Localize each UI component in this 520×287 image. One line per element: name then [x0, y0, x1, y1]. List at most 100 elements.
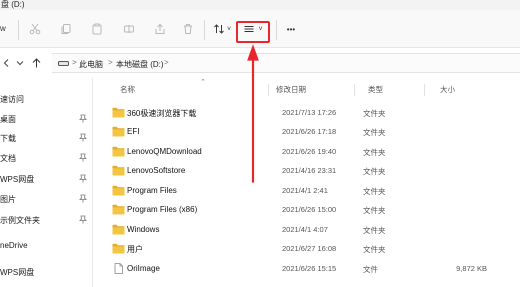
- sidebar-item-pictures[interactable]: 图片: [0, 191, 93, 207]
- drive-icon: [58, 61, 69, 66]
- file-row[interactable]: Program Files (x86) 2021/6/26 15:00 文件夹: [93, 201, 520, 219]
- file-name: 用户: [127, 245, 143, 254]
- toolbar-divider: [276, 20, 277, 40]
- up-button[interactable]: [30, 57, 42, 69]
- paste-button[interactable]: [86, 19, 108, 39]
- sidebar-item-downloads[interactable]: 下载: [0, 130, 93, 146]
- file-type: 文件: [363, 265, 378, 274]
- folder-icon: [112, 224, 125, 235]
- sidebar-item-desktop[interactable]: 桌面: [0, 111, 93, 127]
- file-type: 文件夹: [363, 109, 386, 118]
- copy-icon: [61, 24, 71, 34]
- folder-icon: [112, 126, 125, 137]
- rename-button[interactable]: [118, 19, 140, 39]
- file-row[interactable]: Windows 2021/4/1 4:07 文件夹: [93, 221, 520, 239]
- navigation-pane: 速访问 桌面 下载 文档 WPS网盘 图片 示例文件夹 neDrive WPS网…: [0, 78, 93, 287]
- file-row[interactable]: Program Files 2021/4/1 2:41 文件夹: [93, 182, 520, 200]
- recent-locations-button[interactable]: [14, 57, 26, 69]
- back-button[interactable]: [0, 57, 12, 69]
- delete-button[interactable]: [177, 19, 199, 39]
- pin-icon: [79, 194, 87, 203]
- file-date: 2021/4/1 2:41: [282, 186, 328, 195]
- address-bar-row: > 此电脑 > 本地磁盘 (D:) >: [0, 48, 520, 78]
- folder-icon: [112, 107, 125, 118]
- file-date: 2021/7/13 17:26: [282, 108, 337, 117]
- pin-icon: [79, 114, 87, 123]
- sidebar-item-wps-drive[interactable]: WPS网盘: [0, 171, 93, 187]
- file-row[interactable]: OriImage 2021/6/26 15:15 文件 9,872 KB: [93, 260, 520, 278]
- file-name: Program Files (x86): [127, 205, 198, 214]
- sidebar-item-label: WPS网盘: [0, 268, 35, 277]
- sort-button[interactable]: ˅: [209, 19, 235, 39]
- folder-icon: [112, 204, 125, 215]
- sort-icon: [214, 24, 224, 34]
- file-name: Windows: [127, 225, 160, 234]
- sidebar-item-documents[interactable]: 文档: [0, 150, 93, 166]
- pin-icon: [79, 133, 87, 142]
- sidebar-item-wps-drive-root[interactable]: WPS网盘: [0, 264, 93, 280]
- file-type: 文件夹: [363, 128, 386, 137]
- sidebar-item-label: 图片: [0, 195, 16, 204]
- more-button[interactable]: •••: [280, 19, 302, 39]
- file-date: 2021/6/26 19:40: [282, 147, 337, 156]
- breadcrumb-separator: >: [72, 58, 77, 67]
- column-header-type[interactable]: 类型: [368, 84, 383, 95]
- file-name: OriImage: [127, 264, 160, 273]
- chevron-down-icon: [16, 61, 24, 66]
- file-row[interactable]: EFI 2021/6/26 17:18 文件夹: [93, 123, 520, 141]
- more-icon: •••: [286, 24, 296, 34]
- file-type: 文件夹: [363, 167, 386, 176]
- folder-icon: [112, 243, 125, 254]
- file-date: 2021/6/26 15:15: [282, 264, 337, 273]
- pin-icon: [79, 174, 87, 183]
- column-divider[interactable]: [354, 84, 355, 96]
- sidebar-item-label: 桌面: [0, 115, 16, 124]
- arrow-up-icon: [32, 58, 40, 68]
- copy-button[interactable]: [55, 19, 77, 39]
- file-type: 文件夹: [363, 226, 386, 235]
- file-name: Program Files: [127, 186, 177, 195]
- window-title: 盘 (D:): [1, 0, 25, 9]
- file-name: 360极速浏览器下载: [127, 109, 197, 118]
- sidebar-item-quick-access[interactable]: 速访问: [0, 91, 93, 107]
- address-bar[interactable]: > 此电脑 > 本地磁盘 (D:) >: [52, 53, 520, 73]
- breadcrumb-drive-d[interactable]: 本地磁盘 (D:): [116, 59, 164, 70]
- file-date: 2021/6/26 17:18: [282, 127, 337, 136]
- collapse-caret-icon[interactable]: ⌃: [200, 78, 206, 86]
- sidebar-item-label: neDrive: [0, 241, 28, 250]
- sidebar-item-label: WPS网盘: [0, 175, 35, 184]
- cut-button[interactable]: [24, 19, 46, 39]
- sidebar-item-label: 下载: [0, 134, 16, 143]
- file-date: 2021/6/26 15:00: [282, 205, 337, 214]
- file-type: 文件夹: [363, 148, 386, 157]
- title-bar: 盘 (D:): [0, 0, 520, 10]
- file-row[interactable]: 用户 2021/6/27 16:08 文件夹: [93, 240, 520, 258]
- new-button-label[interactable]: w: [0, 24, 6, 33]
- share-icon: [155, 23, 165, 34]
- file-row[interactable]: LenovoQMDownload 2021/6/26 19:40 文件夹: [93, 143, 520, 161]
- breadcrumb-separator: >: [108, 58, 113, 67]
- file-name: LenovoQMDownload: [127, 147, 202, 156]
- column-header-name[interactable]: 名称: [120, 84, 135, 95]
- file-list: ⌃ 名称 修改日期 类型 大小 360极速浏览器下载 2021/7/13 17:2…: [93, 78, 520, 287]
- share-button[interactable]: [149, 19, 171, 39]
- file-type: 文件夹: [363, 206, 386, 215]
- column-divider[interactable]: [424, 84, 425, 96]
- file-date: 2021/4/16 23:31: [282, 166, 337, 175]
- file-row[interactable]: 360极速浏览器下载 2021/7/13 17:26 文件夹: [93, 104, 520, 122]
- column-divider[interactable]: [268, 84, 269, 96]
- sidebar-item-label: 速访问: [0, 95, 24, 104]
- paste-icon: [92, 23, 102, 35]
- column-header-date[interactable]: 修改日期: [276, 84, 306, 95]
- column-header-size[interactable]: 大小: [440, 84, 455, 95]
- sort-caret: ˅: [226, 25, 232, 33]
- breadcrumb-this-pc[interactable]: 此电脑: [79, 59, 103, 70]
- sidebar-item-onedrive[interactable]: neDrive: [0, 238, 93, 254]
- folder-icon: [112, 185, 125, 196]
- sidebar-item-sample-folder[interactable]: 示例文件夹: [0, 212, 93, 228]
- pin-icon: [79, 215, 87, 224]
- pin-icon: [79, 153, 87, 162]
- file-name: EFI: [127, 127, 140, 136]
- file-row[interactable]: LenovoSoftstore 2021/4/16 23:31 文件夹: [93, 162, 520, 180]
- cut-icon: [29, 23, 41, 35]
